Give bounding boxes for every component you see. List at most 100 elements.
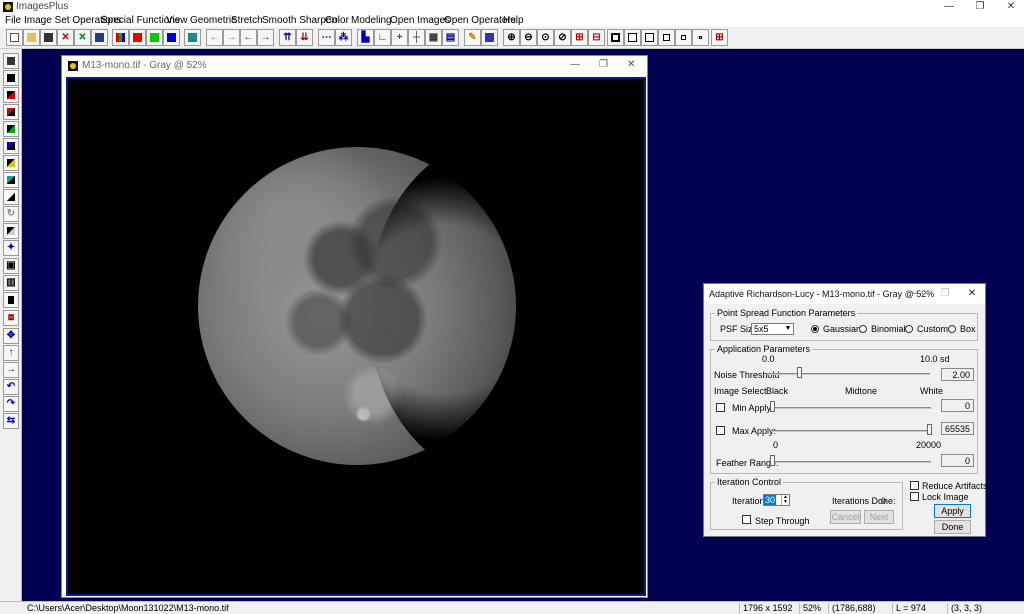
align-bottom-icon[interactable]: ⇊ [296, 29, 313, 46]
save-disk-icon[interactable] [3, 53, 19, 69]
arrow-right-blue-icon[interactable]: → [3, 362, 19, 378]
max-apply-value[interactable]: 65535 [941, 422, 974, 435]
max-apply-slider[interactable] [927, 424, 932, 435]
min-apply-value[interactable]: 0 [941, 399, 974, 412]
crosshair-icon[interactable]: ┼ [408, 29, 425, 46]
step-through-checkbox[interactable] [742, 515, 751, 524]
arrow-up-icon[interactable]: ↑ [3, 345, 19, 361]
image-maximize-button[interactable]: ❐ [599, 59, 608, 70]
close-icon[interactable]: ✕ [57, 29, 74, 46]
arrow-left-icon[interactable]: ← [206, 29, 223, 46]
maximize-button[interactable]: ❐ [965, 0, 995, 14]
image-window-titlebar[interactable]: M13-mono.tif - Gray @ 52% — ❐ ✕ [62, 56, 647, 76]
red-channel-icon[interactable] [3, 87, 19, 103]
radio-gaussian[interactable] [811, 325, 819, 333]
arrow-left-red-icon[interactable]: ← [240, 29, 257, 46]
cyan-channel-icon[interactable] [3, 172, 19, 188]
yellow-channel-icon[interactable] [3, 155, 19, 171]
close-app-button[interactable]: ✕ [996, 0, 1024, 14]
radio-custom[interactable] [905, 325, 913, 333]
image-minimize-button[interactable]: — [570, 59, 580, 70]
blue-icon[interactable] [163, 29, 180, 46]
zoom-minus-icon[interactable]: ⊟ [588, 29, 605, 46]
min-apply-checkbox[interactable] [716, 403, 725, 412]
zoom-in-icon[interactable]: ⊕ [503, 29, 520, 46]
minimize-button[interactable]: — [934, 0, 964, 14]
zoom-plus-icon[interactable]: ⊞ [571, 29, 588, 46]
noise-threshold-slider[interactable] [797, 367, 802, 378]
open-icon[interactable] [23, 29, 40, 46]
zoom-actual-icon[interactable]: ⊘ [554, 29, 571, 46]
apply-button[interactable]: Apply [934, 504, 971, 518]
dialog-titlebar[interactable]: Adaptive Richardson-Lucy - M13-mono.tif … [704, 284, 985, 304]
radio-binomial[interactable] [859, 325, 867, 333]
histogram-icon[interactable]: ▙ [357, 29, 374, 46]
rgb-split-icon[interactable] [112, 29, 129, 46]
zoom-fit-icon[interactable]: ⊙ [537, 29, 554, 46]
mask-icon[interactable] [481, 29, 498, 46]
plus-icon[interactable]: + [391, 29, 408, 46]
menu-modeling[interactable]: Modeling [351, 14, 392, 27]
flip-icon[interactable]: ⇆ [3, 413, 19, 429]
cancel-button[interactable]: Cancel [830, 510, 861, 524]
menu-geometric[interactable]: Geometric [190, 14, 236, 27]
image-close-button[interactable]: ✕ [627, 59, 635, 70]
black-channel-icon[interactable] [3, 70, 19, 86]
menu-stretch[interactable]: Stretch [231, 14, 263, 27]
frame3-icon[interactable] [641, 29, 658, 46]
align-top-icon[interactable]: ⇈ [279, 29, 296, 46]
undo-icon[interactable]: ↶ [3, 379, 19, 395]
max-apply-checkbox[interactable] [716, 426, 725, 435]
new-icon[interactable] [6, 29, 23, 46]
menu-open-images[interactable]: Open Images [390, 14, 450, 27]
black-bar-icon[interactable] [3, 292, 19, 308]
grey-channel-icon[interactable] [3, 189, 19, 205]
menu-view[interactable]: View [166, 14, 188, 27]
blue-channel-icon[interactable] [3, 138, 19, 154]
gradient-icon[interactable] [3, 223, 19, 239]
frame-icon[interactable] [607, 29, 624, 46]
lock-image-checkbox[interactable] [910, 492, 919, 501]
noise-threshold-value[interactable]: 2.00 [941, 368, 974, 381]
rotate-icon[interactable]: ↻ [3, 206, 19, 222]
next-button[interactable]: Next [864, 510, 894, 524]
grid-icon[interactable]: ▦ [425, 29, 442, 46]
move-icon[interactable]: ✥ [3, 328, 19, 344]
psf-size-select[interactable]: 5x5 ▼ [751, 323, 794, 335]
frame5-icon[interactable] [675, 29, 692, 46]
feather-range-value[interactable]: 0 [941, 454, 974, 467]
bars-icon[interactable]: ▥ [3, 275, 19, 291]
network-icon[interactable]: ⁂ [335, 29, 352, 46]
min-apply-slider[interactable] [770, 401, 775, 412]
frame4-icon[interactable] [658, 29, 675, 46]
menu-color[interactable]: Color [325, 14, 349, 27]
feather-range-slider[interactable] [770, 455, 775, 466]
crop-icon[interactable]: ⧈ [3, 310, 19, 326]
menu-help[interactable]: Help [503, 14, 524, 27]
tile-icon[interactable]: ⊞ [711, 29, 728, 46]
spinner-arrows-icon[interactable]: ▲ ▼ [781, 495, 789, 505]
dialog-maximize-button[interactable]: ❐ [934, 286, 956, 302]
grid2-icon[interactable]: ▤ [442, 29, 459, 46]
zoom-out-icon[interactable]: ⊖ [520, 29, 537, 46]
reduce-artifacts-checkbox[interactable] [910, 481, 919, 490]
red-channel2-icon[interactable] [3, 104, 19, 120]
duplicate-icon[interactable] [91, 29, 108, 46]
dialog-close-button[interactable]: ✕ [961, 286, 983, 302]
menu-file[interactable]: File [5, 14, 21, 27]
frame6-icon[interactable] [692, 29, 709, 46]
save-icon[interactable] [40, 29, 57, 46]
arrow-right-icon[interactable]: → [223, 29, 240, 46]
pencil-icon[interactable]: ✎ [464, 29, 481, 46]
close-all-icon[interactable]: ✕ [74, 29, 91, 46]
target-icon[interactable]: ▣ [3, 258, 19, 274]
dialog-minimize-button[interactable]: — [907, 286, 929, 302]
star-icon[interactable]: ✦ [3, 240, 19, 256]
radio-box[interactable] [948, 325, 956, 333]
redo-icon[interactable]: ↷ [3, 396, 19, 412]
iterations-spinner[interactable]: 30 ▲ ▼ [763, 494, 790, 506]
arrow-right-red-icon[interactable]: → [257, 29, 274, 46]
curve-icon[interactable]: ∟ [374, 29, 391, 46]
green-icon[interactable] [146, 29, 163, 46]
dots-icon[interactable]: ⋯ [318, 29, 335, 46]
